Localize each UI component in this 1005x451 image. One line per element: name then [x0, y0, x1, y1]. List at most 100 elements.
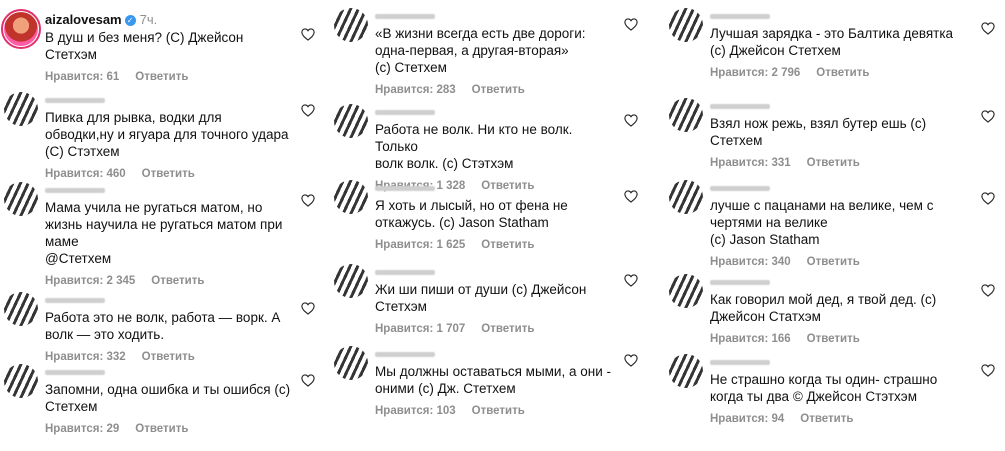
avatar[interactable]	[669, 98, 703, 132]
likes-count[interactable]: Нравится: 2 345	[45, 275, 135, 287]
like-heart-icon[interactable]	[981, 364, 995, 378]
comment-username-row	[45, 92, 293, 108]
likes-count[interactable]: Нравится: 331	[710, 157, 791, 169]
comment-body: Пивка для рывка, водки для обводки,ну и …	[45, 92, 293, 180]
reply-button[interactable]: Ответить	[135, 71, 188, 83]
reply-button[interactable]: Ответить	[472, 405, 525, 417]
comment-meta: Нравится: 331 Ответить	[710, 157, 973, 169]
comment-column-left: aizalovesam ✓ 7ч. В душ и без меня? (С) Дже…	[0, 0, 325, 451]
comment-body: Работа не волк. Ни кто не волк. Только в…	[375, 104, 616, 192]
comment-text: Мама учила не ругаться матом, но жизнь н…	[45, 200, 283, 266]
comment-text: Жи ши пиши от души (с) Джейсон Стетхэм	[375, 282, 587, 314]
comment-username-row	[375, 104, 616, 120]
comment-username-row	[45, 364, 293, 380]
reply-button[interactable]: Ответить	[816, 67, 869, 79]
comment-text: Работа это не волк, работа — ворк. А вол…	[45, 310, 281, 342]
reply-button[interactable]: Ответить	[807, 157, 860, 169]
comment-meta: Нравится: 2 796 Ответить	[710, 67, 973, 79]
avatar[interactable]	[4, 292, 38, 326]
comment-text: Мы должны оставаться мыми, а они - оними…	[375, 364, 611, 396]
like-heart-icon[interactable]	[624, 18, 638, 32]
like-heart-icon[interactable]	[301, 104, 315, 118]
avatar[interactable]	[669, 274, 703, 308]
likes-count[interactable]: Нравится: 283	[375, 84, 456, 96]
comment-body: лучше с пацанами на велике, чем с чертям…	[710, 180, 973, 268]
likes-count[interactable]: Нравится: 460	[45, 168, 126, 180]
avatar[interactable]	[669, 8, 703, 42]
comment-username-row: aizalovesam ✓ 7ч.	[45, 12, 293, 28]
likes-count[interactable]: Нравится: 29	[45, 423, 119, 435]
reply-button[interactable]: Ответить	[481, 323, 534, 335]
likes-count[interactable]: Нравится: 166	[710, 333, 791, 345]
comment-meta: Нравится: 1 625 Ответить	[375, 239, 616, 251]
likes-count[interactable]: Нравится: 2 796	[710, 67, 800, 79]
likes-count[interactable]: Нравится: 332	[45, 351, 126, 363]
likes-count[interactable]: Нравится: 61	[45, 71, 119, 83]
comment-meta: Нравится: 61 Ответить	[45, 71, 293, 83]
like-heart-icon[interactable]	[301, 194, 315, 208]
avatar[interactable]	[4, 92, 38, 126]
comment-timestamp: 7ч.	[139, 12, 158, 27]
reply-button[interactable]: Ответить	[807, 256, 860, 268]
verified-badge-icon: ✓	[124, 15, 136, 27]
comment-body: Взял нож режь, взял бутер ешь (с) Стетхе…	[710, 98, 973, 169]
like-heart-icon[interactable]	[624, 274, 638, 288]
avatar[interactable]	[334, 180, 368, 214]
reply-button[interactable]: Ответить	[142, 168, 195, 180]
comment-text: Работа не волк. Ни кто не волк. Только в…	[375, 122, 573, 171]
likes-count[interactable]: Нравится: 94	[710, 413, 784, 425]
likes-count[interactable]: Нравится: 1 707	[375, 323, 465, 335]
like-heart-icon[interactable]	[624, 354, 638, 368]
comment-body: Мы должны оставаться мыми, а они - оними…	[375, 346, 616, 417]
avatar[interactable]	[669, 354, 703, 388]
like-heart-icon[interactable]	[624, 114, 638, 128]
avatar[interactable]	[334, 8, 368, 42]
blurred-username	[45, 370, 105, 376]
avatar[interactable]	[334, 104, 368, 138]
reply-button[interactable]: Ответить	[135, 423, 188, 435]
comment-meta: Нравится: 1 707 Ответить	[375, 323, 616, 335]
like-heart-icon[interactable]	[301, 302, 315, 316]
comment-username-row	[45, 182, 293, 198]
reply-button[interactable]: Ответить	[481, 239, 534, 251]
avatar[interactable]	[4, 364, 38, 398]
comment-body: Я хоть и лысый, но от фена не откажусь. …	[375, 180, 616, 251]
comment-username-row	[375, 346, 616, 362]
like-heart-icon[interactable]	[981, 22, 995, 36]
avatar[interactable]	[4, 182, 38, 216]
reply-button[interactable]: Ответить	[800, 413, 853, 425]
like-heart-icon[interactable]	[301, 374, 315, 388]
comment-body: Запомни, одна ошибка и ты ошибся (с) Сте…	[45, 364, 293, 435]
username-link[interactable]: aizalovesam	[45, 12, 122, 27]
avatar[interactable]	[669, 180, 703, 214]
blurred-username	[45, 298, 105, 304]
comment-meta: Нравится: 166 Ответить	[710, 333, 973, 345]
avatar[interactable]	[334, 264, 368, 298]
comment-meta: Нравится: 340 Ответить	[710, 256, 973, 268]
like-heart-icon[interactable]	[981, 110, 995, 124]
comment-username-row	[710, 274, 973, 290]
likes-count[interactable]: Нравится: 1 625	[375, 239, 465, 251]
avatar[interactable]	[1, 9, 41, 49]
like-heart-icon[interactable]	[981, 284, 995, 298]
like-heart-icon[interactable]	[624, 190, 638, 204]
reply-button[interactable]: Ответить	[142, 351, 195, 363]
comment-column-right: Лучшая зарядка - это Балтика девятка (с)…	[665, 0, 1005, 451]
avatar[interactable]	[334, 346, 368, 380]
reply-button[interactable]: Ответить	[151, 275, 204, 287]
comment-body: Работа это не волк, работа — ворк. А вол…	[45, 292, 293, 363]
likes-count[interactable]: Нравится: 103	[375, 405, 456, 417]
comment-text: Лучшая зарядка - это Балтика девятка (с)…	[710, 26, 954, 58]
comment-text: Пивка для рывка, водки для обводки,ну и …	[45, 110, 289, 159]
like-heart-icon[interactable]	[981, 192, 995, 206]
comment-username-row	[710, 98, 973, 114]
comment-text: Запомни, одна ошибка и ты ошибся (с) Сте…	[45, 382, 291, 414]
likes-count[interactable]: Нравится: 340	[710, 256, 791, 268]
reply-button[interactable]: Ответить	[807, 333, 860, 345]
like-heart-icon[interactable]	[301, 28, 315, 42]
blurred-username	[45, 188, 105, 194]
reply-button[interactable]: Ответить	[472, 84, 525, 96]
comment-username-row	[710, 354, 973, 370]
blurred-username	[375, 352, 435, 358]
comment-meta: Нравится: 332 Ответить	[45, 351, 293, 363]
